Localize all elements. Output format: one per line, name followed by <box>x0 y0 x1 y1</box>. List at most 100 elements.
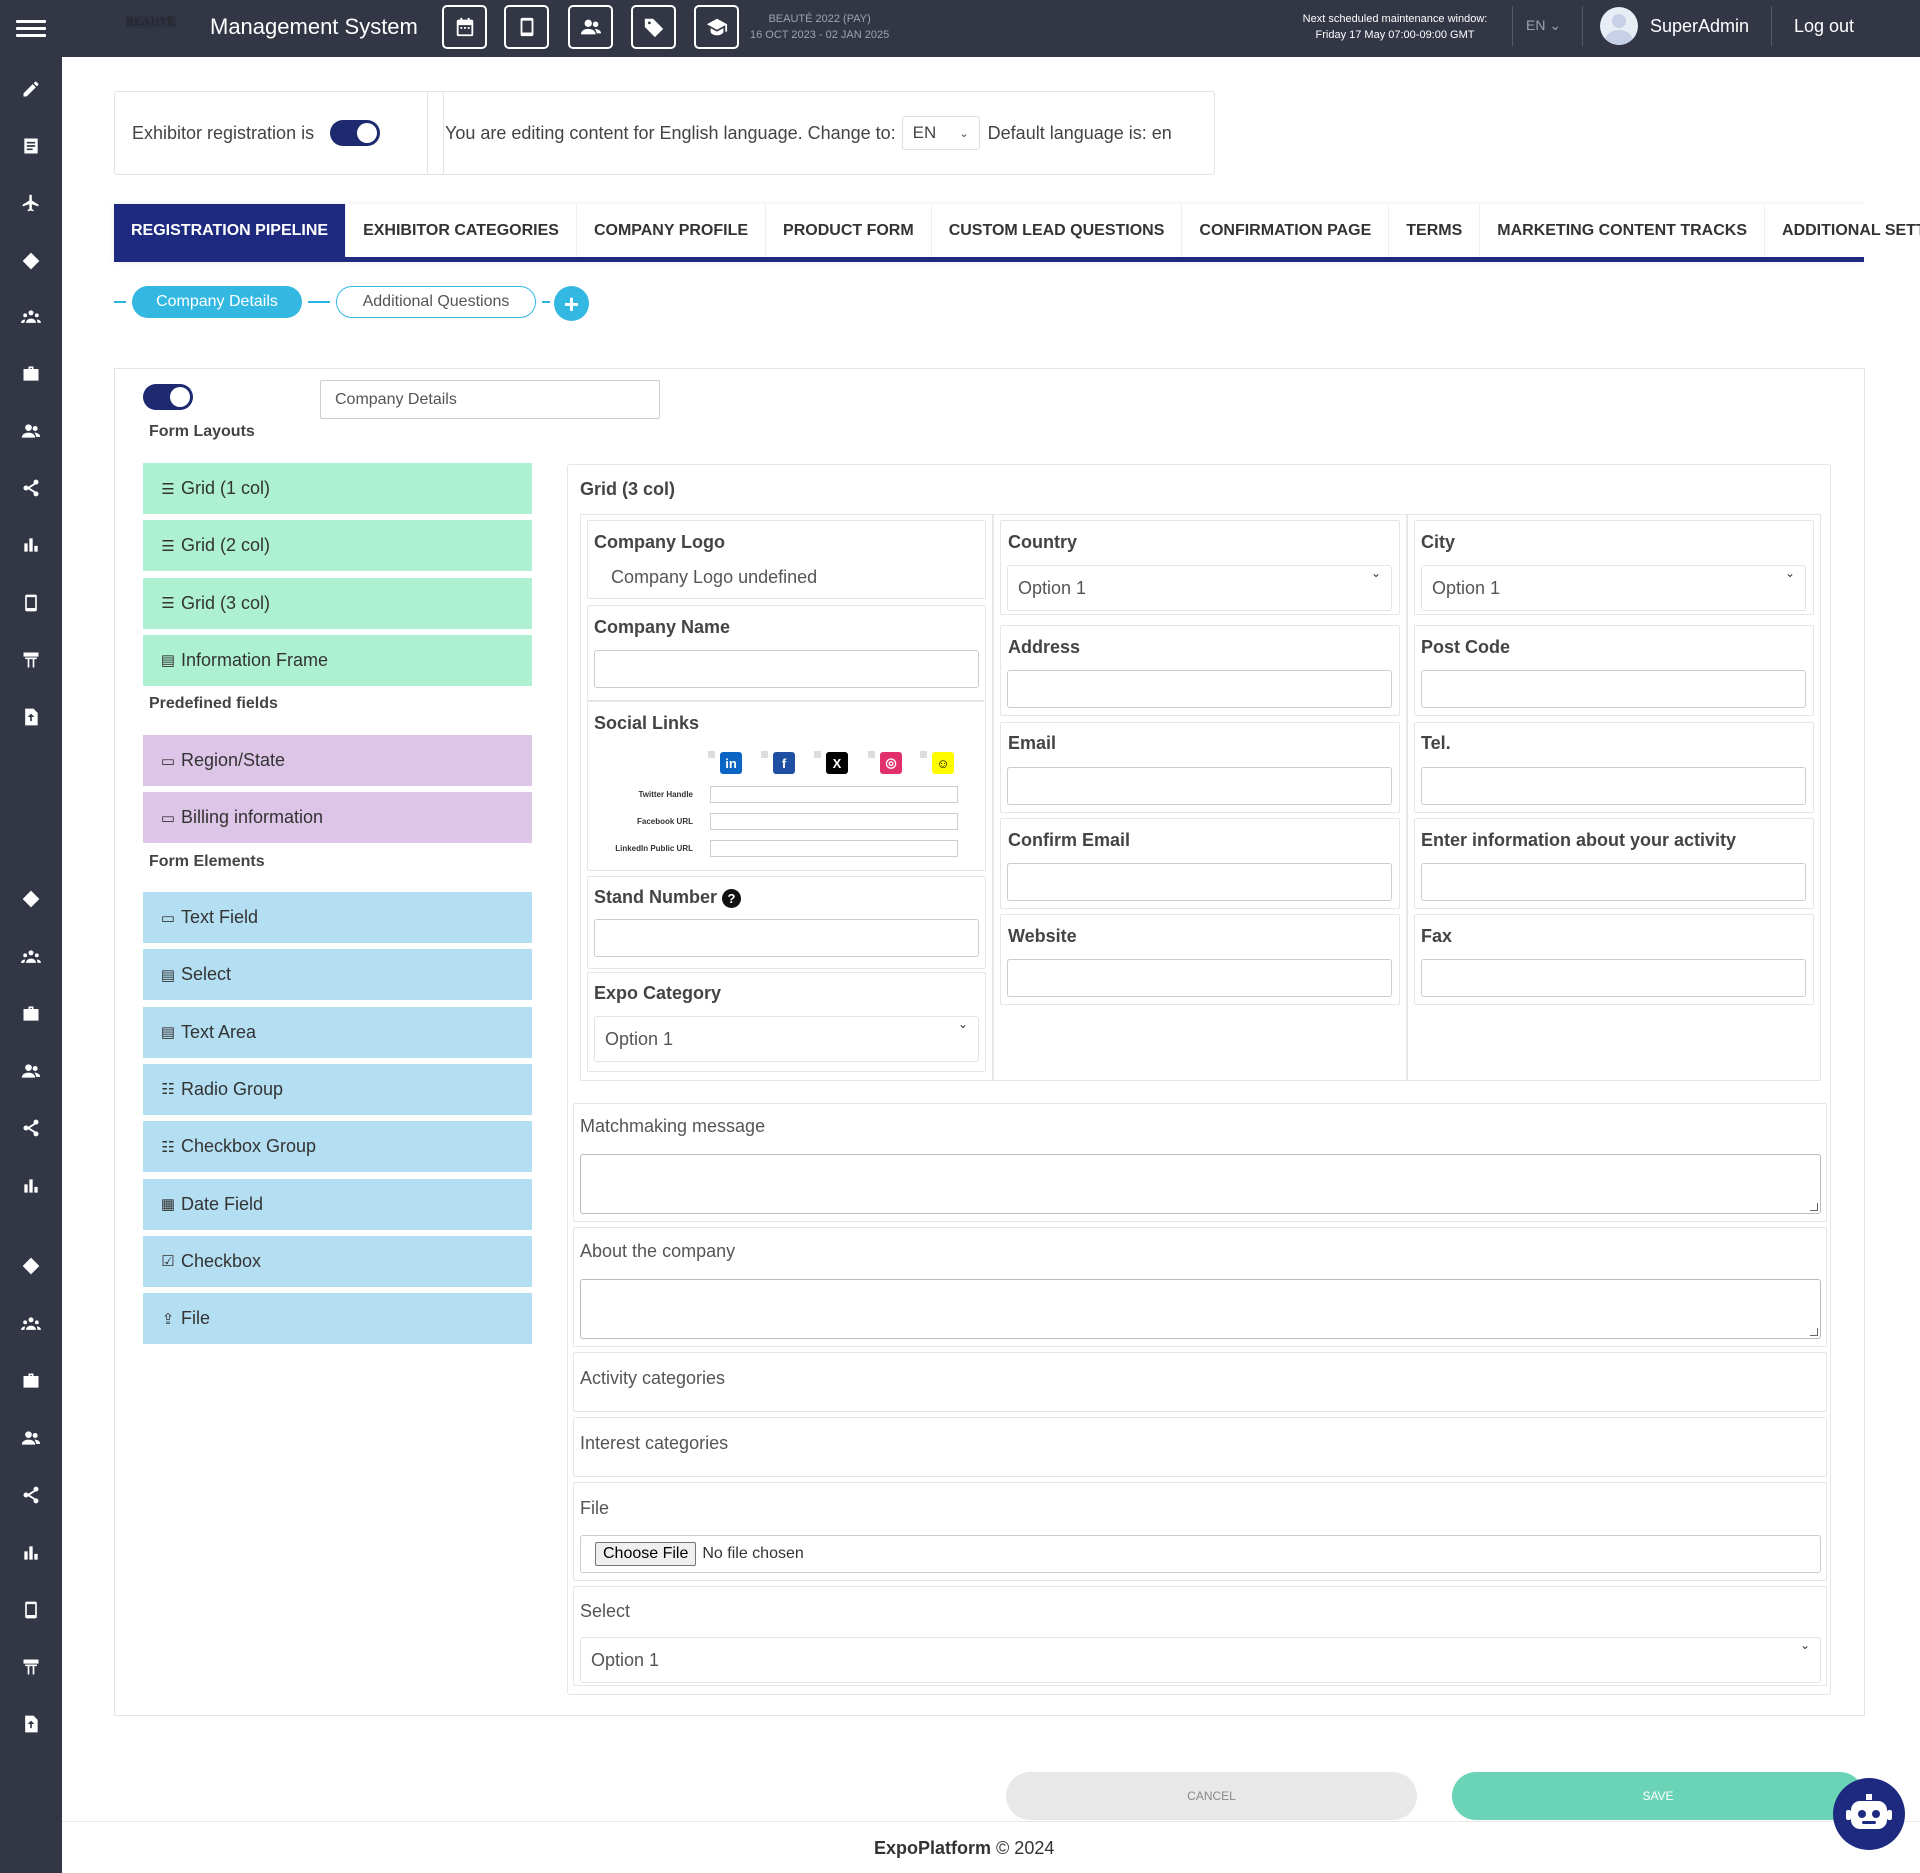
company-name-input[interactable] <box>594 650 979 688</box>
chart-icon[interactable] <box>20 1542 42 1564</box>
briefcase-icon[interactable] <box>20 1003 42 1025</box>
add-step-button[interactable]: + <box>554 286 589 321</box>
palette-item-text-field[interactable]: ▭ Text Field <box>143 892 532 943</box>
country-select[interactable]: Option 1 ⌄ <box>1007 565 1392 611</box>
pipeline-step-additional-questions[interactable]: Additional Questions <box>336 286 536 318</box>
calendar-button[interactable] <box>442 5 487 49</box>
tel-input[interactable] <box>1421 767 1806 805</box>
expo-category-select[interactable]: Option 1 ⌄ <box>594 1016 979 1062</box>
palette-item-text-area[interactable]: ▤ Text Area <box>143 1006 532 1058</box>
upload-file-icon[interactable] <box>20 706 42 728</box>
palette-item-select[interactable]: ▤ Select <box>143 949 532 1001</box>
page-name-input[interactable]: Company Details <box>320 380 660 419</box>
tab-company-profile[interactable]: COMPANY PROFILE <box>576 204 767 257</box>
snapchat-icon[interactable]: ☺ <box>932 752 954 774</box>
share-icon[interactable] <box>20 1484 42 1506</box>
briefcase-icon[interactable] <box>20 363 42 385</box>
palette-item-checkbox[interactable]: ☑ Checkbox <box>143 1235 532 1287</box>
palette-item-grid-3-col[interactable]: ☰ Grid (3 col) <box>143 577 532 629</box>
tags-button[interactable] <box>631 5 676 49</box>
users-icon[interactable] <box>20 1060 42 1082</box>
tag-icon[interactable] <box>20 1255 42 1277</box>
tag-icon[interactable] <box>20 250 42 272</box>
user-name[interactable]: SuperAdmin <box>1650 16 1749 37</box>
fax-input[interactable] <box>1421 959 1806 997</box>
website-input[interactable] <box>1007 959 1392 997</box>
palette-item-checkbox-group[interactable]: ☷ Checkbox Group <box>143 1121 532 1173</box>
facebook-icon[interactable]: f <box>773 752 795 774</box>
chart-icon[interactable] <box>20 534 42 556</box>
activity-info-input[interactable] <box>1421 863 1806 901</box>
group-icon[interactable] <box>20 306 42 328</box>
interest-categories-field[interactable] <box>573 1417 1827 1477</box>
mobile-icon[interactable] <box>20 1599 42 1621</box>
pipeline-step-company-details[interactable]: Company Details <box>132 286 302 318</box>
plane-icon[interactable] <box>20 192 42 214</box>
activity-categories-field[interactable] <box>573 1352 1827 1412</box>
about-company-textarea[interactable] <box>580 1279 1821 1339</box>
tab-additional-setti[interactable]: ADDITIONAL SETTI <box>1765 204 1920 257</box>
pencil-icon[interactable] <box>20 78 42 100</box>
document-icon[interactable] <box>20 135 42 157</box>
mobile-icon[interactable] <box>20 592 42 614</box>
resize-handle-icon[interactable] <box>1810 1328 1818 1336</box>
logout-link[interactable]: Log out <box>1794 16 1854 37</box>
palette-item-region-state[interactable]: ▭ Region/State <box>143 735 532 786</box>
chart-icon[interactable] <box>20 1175 42 1197</box>
matchmaking-textarea[interactable] <box>580 1154 1821 1214</box>
chatbot-button[interactable] <box>1833 1778 1905 1850</box>
group-icon[interactable] <box>20 946 42 968</box>
users-icon[interactable] <box>20 420 42 442</box>
booth-icon[interactable] <box>20 649 42 671</box>
share-icon[interactable] <box>20 477 42 499</box>
save-button[interactable]: SAVE <box>1452 1772 1864 1820</box>
users-button[interactable] <box>568 5 613 49</box>
file-input[interactable]: Choose File No file chosen <box>580 1535 1821 1573</box>
registration-toggle[interactable] <box>330 120 381 146</box>
instagram-icon[interactable]: ◎ <box>880 752 902 774</box>
resize-handle-icon[interactable] <box>1810 1203 1818 1211</box>
palette-item-information-frame[interactable]: ▤ Information Frame <box>143 634 532 686</box>
email-input[interactable] <box>1007 767 1392 805</box>
booth-icon[interactable] <box>20 1656 42 1678</box>
tab-terms[interactable]: TERMS <box>1389 204 1481 257</box>
choose-file-button[interactable]: Choose File <box>595 1542 697 1566</box>
content-language-select[interactable]: EN ⌄ <box>901 116 980 150</box>
share-icon[interactable] <box>20 1117 42 1139</box>
stand-number-input[interactable] <box>594 919 979 957</box>
mobile-button[interactable] <box>504 5 549 49</box>
palette-item-grid-2-col[interactable]: ☰ Grid (2 col) <box>143 520 532 572</box>
menu-icon[interactable] <box>16 20 46 38</box>
confirm-email-input[interactable] <box>1007 863 1392 901</box>
tab-registration-pipeline[interactable]: REGISTRATION PIPELINE <box>114 204 347 257</box>
briefcase-icon[interactable] <box>20 1370 42 1392</box>
social-field-input[interactable] <box>710 786 958 803</box>
palette-item-file[interactable]: ⇪ File <box>143 1293 532 1345</box>
palette-item-grid-1-col[interactable]: ☰ Grid (1 col) <box>143 463 532 514</box>
group-icon[interactable] <box>20 1313 42 1335</box>
linkedin-icon[interactable]: in <box>720 752 742 774</box>
palette-item-billing-information[interactable]: ▭ Billing information <box>143 792 532 844</box>
post-code-input[interactable] <box>1421 670 1806 708</box>
address-input[interactable] <box>1007 670 1392 708</box>
tag-icon[interactable] <box>20 888 42 910</box>
palette-item-date-field[interactable]: ▦ Date Field <box>143 1178 532 1230</box>
avatar[interactable] <box>1600 7 1638 45</box>
tab-custom-lead-questions[interactable]: CUSTOM LEAD QUESTIONS <box>931 204 1183 257</box>
cancel-button[interactable]: CANCEL <box>1006 1772 1417 1820</box>
tab-product-form[interactable]: PRODUCT FORM <box>766 204 932 257</box>
tab-marketing-content-tracks[interactable]: MARKETING CONTENT TRACKS <box>1480 204 1766 257</box>
select-dropdown[interactable]: Option 1 ⌄ <box>580 1637 1821 1683</box>
users-icon[interactable] <box>20 1427 42 1449</box>
education-button[interactable] <box>694 5 739 49</box>
help-icon[interactable]: ? <box>722 888 742 908</box>
palette-item-radio-group[interactable]: ☷ Radio Group <box>143 1063 532 1115</box>
upload-file-icon[interactable] <box>20 1713 42 1735</box>
tab-confirmation-page[interactable]: CONFIRMATION PAGE <box>1182 204 1390 257</box>
x-icon[interactable]: X <box>826 752 848 774</box>
page-enabled-toggle[interactable] <box>143 384 193 410</box>
social-field-input[interactable] <box>710 813 958 830</box>
social-field-input[interactable] <box>710 840 958 857</box>
tab-exhibitor-categories[interactable]: EXHIBITOR CATEGORIES <box>346 204 577 257</box>
city-select[interactable]: Option 1 ⌄ <box>1421 565 1806 611</box>
